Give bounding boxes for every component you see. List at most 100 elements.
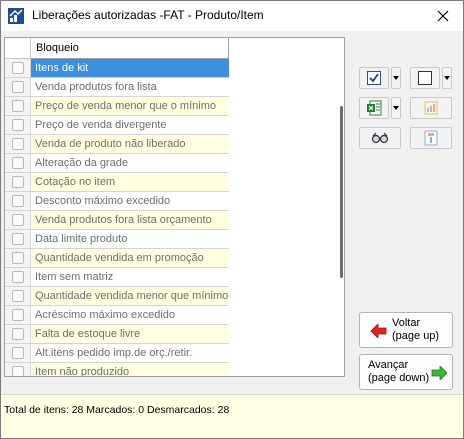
grid-row[interactable]: Alt.itens pedido imp.de orç./retir. — [5, 344, 229, 363]
chevron-down-icon — [444, 76, 450, 80]
app-icon — [8, 8, 24, 24]
row-label: Alteração da grade — [35, 157, 128, 169]
grid-row[interactable]: Venda produtos fora lista — [5, 78, 229, 97]
row-label: Quantidade vendida menor que mínimo — [31, 287, 229, 305]
grid-row[interactable]: Quantidade vendida em promoção — [5, 249, 229, 268]
row-label: Desconto máximo excedido — [35, 195, 171, 207]
row-checkbox[interactable] — [12, 119, 24, 131]
row-checkbox-cell[interactable] — [5, 116, 31, 134]
view-button[interactable] — [359, 127, 401, 149]
column-header-bloqueio[interactable]: Bloqueio — [31, 38, 229, 59]
view-glasses-icon — [371, 132, 389, 144]
row-checkbox[interactable] — [12, 328, 24, 340]
row-checkbox-cell[interactable] — [5, 78, 31, 96]
row-label: Item sem matriz — [35, 271, 114, 283]
row-checkbox-cell[interactable] — [5, 154, 31, 172]
arrow-right-icon — [431, 366, 447, 380]
row-checkbox-cell[interactable] — [5, 135, 31, 153]
grid-row[interactable]: Item não produzido — [5, 363, 229, 376]
uncheck-all-icon — [418, 71, 432, 85]
row-checkbox-cell[interactable] — [5, 325, 31, 343]
grid-row[interactable]: Itens de kit — [5, 59, 229, 78]
grid-row[interactable]: Quantidade vendida menor que mínimo — [5, 287, 229, 306]
select-column-header[interactable] — [5, 38, 31, 59]
row-checkbox[interactable] — [12, 62, 24, 74]
grid-row[interactable]: Acréscimo máximo excedido — [5, 306, 229, 325]
grid-row[interactable]: Data limite produto — [5, 230, 229, 249]
grid-row[interactable]: Preço de venda menor que o mínimo — [5, 97, 229, 116]
row-checkbox[interactable] — [12, 81, 24, 93]
uncheck-all-dropdown[interactable] — [442, 67, 452, 89]
forward-label: Avançar — [368, 359, 409, 371]
row-checkbox[interactable] — [12, 309, 24, 321]
row-checkbox[interactable] — [12, 252, 24, 264]
row-checkbox-cell[interactable] — [5, 306, 31, 324]
info-button[interactable] — [410, 127, 452, 149]
bloqueio-grid[interactable]: Bloqueio Itens de kit Venda produtos fora… — [4, 37, 345, 377]
row-checkbox[interactable] — [12, 214, 24, 226]
row-checkbox-cell[interactable] — [5, 268, 31, 286]
grid-row[interactable]: Cotação no item — [5, 173, 229, 192]
row-label: Falta de estoque livre — [31, 325, 229, 343]
row-checkbox-cell[interactable] — [5, 287, 31, 305]
row-checkbox-cell[interactable] — [5, 363, 31, 376]
report-icon — [424, 101, 438, 115]
window-title: Liberações autorizadas -FAT - Produto/It… — [32, 8, 264, 22]
row-checkbox-cell[interactable] — [5, 59, 31, 77]
row-label: Itens de kit — [31, 59, 229, 77]
row-label: Cotação no item — [31, 173, 229, 191]
row-checkbox[interactable] — [12, 233, 24, 245]
row-checkbox[interactable] — [12, 366, 24, 376]
back-sublabel: (page up) — [392, 330, 440, 342]
row-checkbox-cell[interactable] — [5, 173, 31, 191]
check-all-button[interactable] — [359, 67, 389, 89]
report-button[interactable] — [410, 97, 452, 119]
scrollbar-thumb[interactable] — [340, 106, 343, 278]
check-all-icon — [367, 71, 381, 85]
row-label: Quantidade vendida em promoção — [31, 249, 229, 267]
row-label: Preço de venda divergente — [35, 119, 167, 131]
row-checkbox[interactable] — [12, 138, 24, 150]
dialog-content: Bloqueio Itens de kit Venda produtos fora… — [1, 31, 463, 394]
row-checkbox[interactable] — [12, 195, 24, 207]
uncheck-all-button[interactable] — [410, 67, 440, 89]
vertical-scrollbar[interactable] — [340, 38, 344, 376]
forward-sublabel: (page down) — [368, 372, 430, 384]
row-checkbox[interactable] — [12, 100, 24, 112]
row-label: Venda produtos fora lista — [35, 81, 157, 93]
row-checkbox-cell[interactable] — [5, 192, 31, 210]
grid-row[interactable]: Preço de venda divergente — [5, 116, 229, 135]
row-checkbox-cell[interactable] — [5, 211, 31, 229]
info-icon — [424, 130, 438, 146]
excel-export-button[interactable] — [359, 97, 389, 119]
excel-export-dropdown[interactable] — [391, 97, 401, 119]
status-summary: Total de itens: 28 Marcados: 0 Desmarcad… — [4, 404, 230, 416]
row-checkbox-cell[interactable] — [5, 230, 31, 248]
row-label: Preço de venda menor que o mínimo — [31, 97, 229, 115]
row-label: Item não produzido — [31, 363, 229, 376]
grid-row[interactable]: Venda de produto não liberado — [5, 135, 229, 154]
forward-page-down-button[interactable]: Avançar (page down) — [359, 354, 453, 390]
row-checkbox-cell[interactable] — [5, 344, 31, 362]
close-button[interactable] — [431, 4, 455, 28]
row-checkbox[interactable] — [12, 290, 24, 302]
check-all-dropdown[interactable] — [391, 67, 401, 89]
dialog-window: Liberações autorizadas -FAT - Produto/It… — [0, 0, 464, 439]
row-checkbox[interactable] — [12, 157, 24, 169]
row-checkbox[interactable] — [12, 271, 24, 283]
excel-export-icon — [367, 100, 382, 116]
title-bar: Liberações autorizadas -FAT - Produto/It… — [1, 1, 463, 31]
row-checkbox[interactable] — [12, 176, 24, 188]
row-label: Data limite produto — [35, 233, 128, 245]
grid-row[interactable]: Desconto máximo excedido — [5, 192, 229, 211]
row-checkbox-cell[interactable] — [5, 249, 31, 267]
back-page-up-button[interactable]: Voltar (page up) — [359, 312, 453, 348]
grid-row[interactable]: Item sem matriz — [5, 268, 229, 287]
back-label: Voltar — [392, 317, 421, 329]
row-checkbox[interactable] — [12, 347, 24, 359]
arrow-left-icon — [371, 324, 387, 338]
grid-row[interactable]: Venda produtos fora lista orçamento — [5, 211, 229, 230]
grid-row[interactable]: Falta de estoque livre — [5, 325, 229, 344]
grid-row[interactable]: Alteração da grade — [5, 154, 229, 173]
row-checkbox-cell[interactable] — [5, 97, 31, 115]
